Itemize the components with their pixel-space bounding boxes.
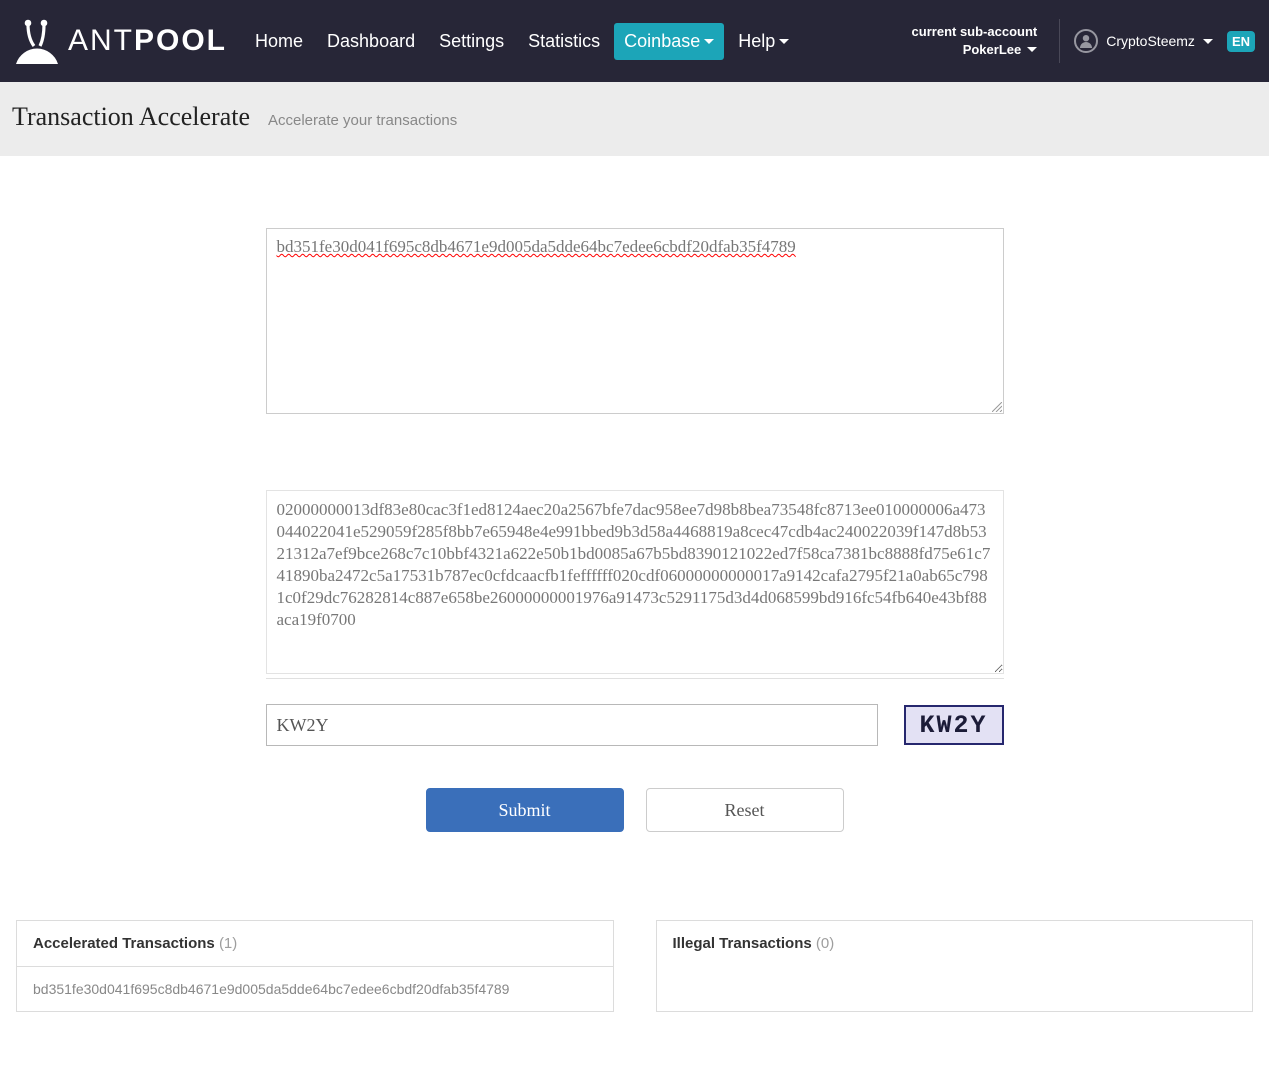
user-menu[interactable]: CryptoSteemz (1074, 29, 1213, 53)
illegal-header: Illegal Transactions (0) (657, 921, 1253, 966)
resize-handle-icon[interactable] (992, 402, 1002, 412)
caret-down-icon (1203, 39, 1213, 44)
sub-account-name: PokerLee (963, 41, 1022, 59)
avatar-icon (1074, 29, 1098, 53)
page-title: Transaction Accelerate (12, 102, 250, 132)
submit-button[interactable]: Submit (426, 788, 624, 832)
accelerated-panel: Accelerated Transactions (1) bd351fe30d0… (16, 920, 614, 1012)
nav-home[interactable]: Home (245, 23, 313, 60)
table-row: bd351fe30d041f695c8db4671e9d005da5dde64b… (17, 966, 613, 1011)
nav-statistics[interactable]: Statistics (518, 23, 610, 60)
accelerated-label: Accelerated Transactions (33, 935, 215, 952)
rawtx-input[interactable] (266, 490, 1004, 674)
captcha-input[interactable] (266, 704, 878, 746)
logo-text: ANTPOOL (68, 24, 227, 58)
logo[interactable]: ANTPOOL (14, 18, 227, 64)
result-panels: Accelerated Transactions (1) bd351fe30d0… (0, 920, 1269, 1012)
reset-button[interactable]: Reset (646, 788, 844, 832)
antpool-logo-icon (14, 18, 60, 64)
nav-coinbase[interactable]: Coinbase (614, 23, 724, 60)
nav-dashboard[interactable]: Dashboard (317, 23, 425, 60)
caret-down-icon (1027, 47, 1037, 52)
captcha-image[interactable]: KW2Y (904, 705, 1004, 745)
divider (1059, 19, 1060, 63)
nav-items: Home Dashboard Settings Statistics Coinb… (245, 23, 799, 60)
caret-down-icon (704, 39, 714, 44)
accelerated-header: Accelerated Transactions (1) (17, 921, 613, 966)
accelerate-form: bd351fe30d041f695c8db4671e9d005da5dde64b… (266, 228, 1004, 832)
nav-help-label: Help (738, 31, 775, 52)
sub-account-label: current sub-account (912, 23, 1038, 41)
page-subtitle: Accelerate your transactions (268, 112, 457, 129)
txid-value: bd351fe30d041f695c8db4671e9d005da5dde64b… (277, 237, 796, 256)
nav-settings[interactable]: Settings (429, 23, 514, 60)
illegal-count: (0) (816, 935, 834, 952)
top-nav: ANTPOOL Home Dashboard Settings Statisti… (0, 0, 1269, 82)
accelerated-count: (1) (219, 935, 237, 952)
language-switcher[interactable]: EN (1227, 31, 1255, 52)
nav-coinbase-label: Coinbase (624, 31, 700, 52)
txid-input[interactable]: bd351fe30d041f695c8db4671e9d005da5dde64b… (266, 228, 1004, 414)
form-buttons: Submit Reset (266, 788, 1004, 832)
nav-help[interactable]: Help (728, 23, 799, 60)
sub-account-switcher[interactable]: current sub-account PokerLee (912, 23, 1038, 58)
captcha-row: KW2Y (266, 704, 1004, 746)
illegal-panel: Illegal Transactions (0) (656, 920, 1254, 1012)
page-header: Transaction Accelerate Accelerate your t… (0, 82, 1269, 156)
user-name: CryptoSteemz (1106, 33, 1195, 49)
divider (266, 678, 1004, 679)
caret-down-icon (779, 39, 789, 44)
illegal-label: Illegal Transactions (673, 935, 812, 952)
